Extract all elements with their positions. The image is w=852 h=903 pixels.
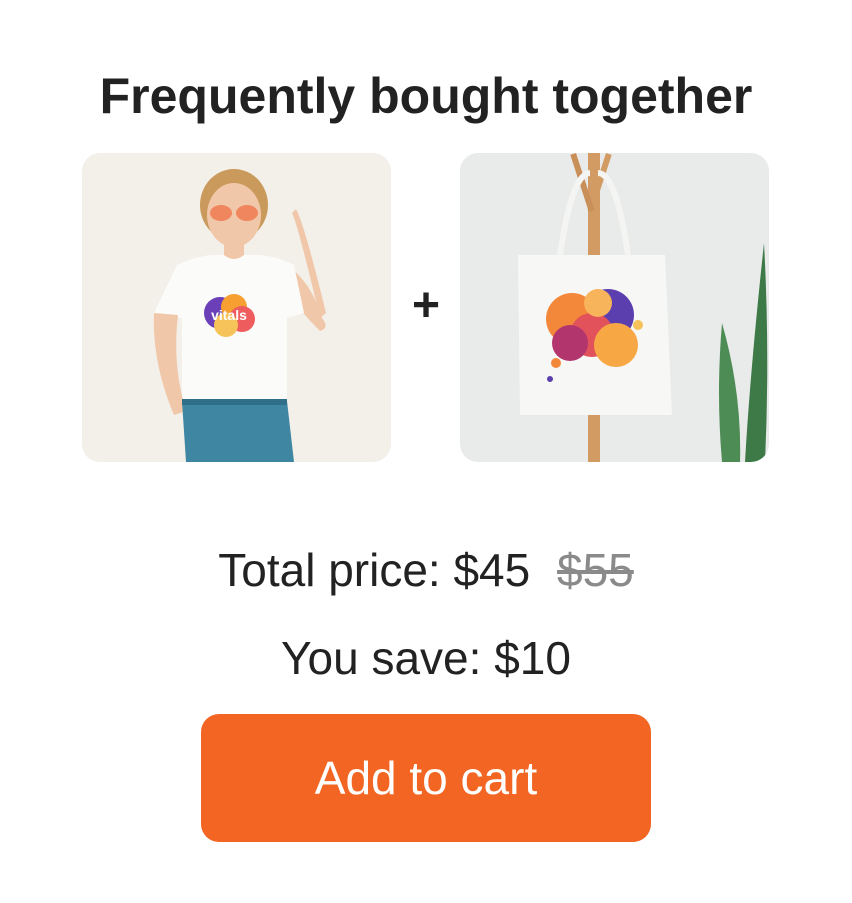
tote-bag-photo xyxy=(460,153,769,462)
product-image-tshirt[interactable]: vitals xyxy=(82,153,391,462)
savings-row: You save: $10 xyxy=(0,628,852,688)
add-to-cart-button[interactable]: Add to cart xyxy=(201,714,651,842)
savings-amount: $10 xyxy=(494,632,571,684)
total-price-value: $45 xyxy=(453,544,531,596)
bundle-title: Frequently bought together xyxy=(99,68,753,124)
total-price-label: Total price: xyxy=(218,544,441,596)
product-image-tote-bag[interactable] xyxy=(460,153,769,462)
total-price-row: Total price: $45 $55 xyxy=(0,540,852,600)
plus-separator: + xyxy=(411,279,441,332)
original-price: $55 xyxy=(557,544,634,596)
tshirt-photo: vitals xyxy=(82,153,391,462)
svg-text:vitals: vitals xyxy=(211,307,247,323)
savings-label: You save: xyxy=(281,632,482,684)
